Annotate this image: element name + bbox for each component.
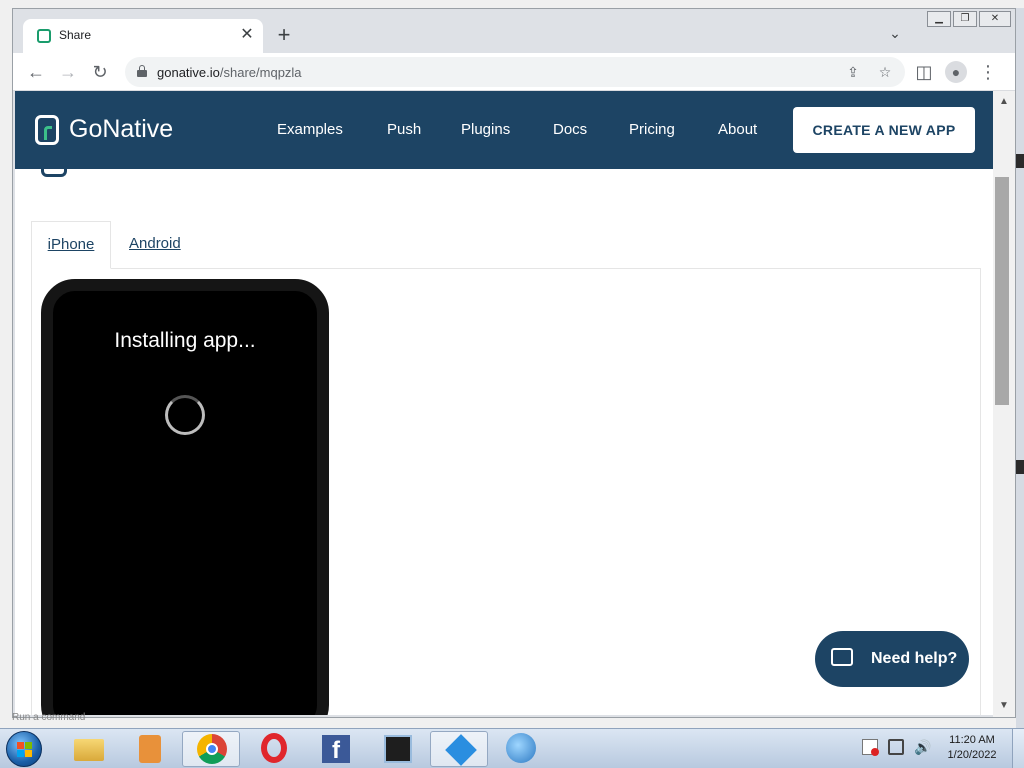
tab-title: Share [59,28,92,42]
url-path: /share/mqpzla [219,65,302,80]
phone-preview: Installing app... [41,279,329,715]
media-player-icon [139,735,161,763]
taskbar-app-7[interactable] [430,731,488,767]
scroll-up-icon[interactable]: ▲ [997,95,1011,109]
address-bar[interactable]: gonative.io/share/mqpzla ⇪ ☆ [125,57,905,87]
chrome-icon [197,734,227,764]
taskbar-opera[interactable] [245,731,303,767]
sidebar-icon[interactable]: ◫ [913,61,935,83]
scroll-thumb[interactable] [995,177,1009,405]
browser-toolbar: ← → ↻ gonative.io/share/mqpzla ⇪ ☆ ◫ ● ⋮ [13,53,1015,91]
nav-push[interactable]: Push [387,121,421,138]
facebook-icon: f [322,735,350,764]
url-text: gonative.io/share/mqpzla [157,65,302,80]
page-viewport: GoNative Examples Push Plugins Docs Pric… [15,91,993,715]
install-status: Installing app... [114,329,256,352]
edge-close-icon [1016,154,1024,168]
browser-tab[interactable]: Share ✕ [23,19,263,53]
profile-icon[interactable]: ● [945,61,967,83]
app-7-icon [445,734,477,766]
run-command-strip: Run a command [12,712,86,723]
network-icon[interactable] [888,739,904,755]
globe-checklist-icon [506,733,536,763]
reload-icon[interactable]: ↻ [89,61,111,83]
window-controls: ▁ ❐ ✕ [927,11,1011,29]
back-icon[interactable]: ← [25,61,47,83]
page-scrollbar[interactable]: ▲ ▼ [993,91,1015,717]
clock-time: 11:20 AM [949,734,995,746]
taskbar-media-player[interactable] [121,731,179,767]
background-window-edge [1016,8,1024,728]
opera-icon [261,733,287,763]
new-tab-button[interactable]: + [273,24,295,47]
site-header: GoNative Examples Push Plugins Docs Pric… [15,91,993,169]
system-clock[interactable]: 11:20 AM 1/20/2022 [940,733,1004,763]
show-desktop-button[interactable] [1012,729,1024,768]
partially-hidden-logo-icon [41,169,67,177]
nav-plugins[interactable]: Plugins [461,121,510,138]
nav-examples[interactable]: Examples [277,121,343,138]
close-window-button[interactable]: ✕ [979,11,1011,27]
forward-icon[interactable]: → [57,61,79,83]
gonative-favicon-icon [37,29,51,43]
taskbar-facebook[interactable]: f [306,731,364,767]
minimize-button[interactable]: ▁ [927,11,951,27]
tab-iphone[interactable]: iPhone [31,221,111,269]
nav-docs[interactable]: Docs [553,121,587,138]
start-button[interactable] [6,731,42,767]
volume-icon[interactable]: 🔊 [914,739,931,755]
tab-close-icon[interactable]: ✕ [237,25,257,45]
scroll-down-icon[interactable]: ▼ [997,699,1011,713]
taskbar-app-8[interactable] [492,731,550,767]
windows-flag-icon [17,742,33,758]
folder-icon [74,739,104,761]
tab-strip: Share ✕ + ⌄ ▁ ❐ ✕ [13,9,1015,53]
taskbar-chrome[interactable] [182,731,240,767]
clock-date: 1/20/2022 [947,749,997,761]
star-icon[interactable]: ☆ [875,62,895,82]
restore-button[interactable]: ❐ [953,11,977,27]
system-tray: 🔊 [862,739,931,759]
menu-icon[interactable]: ⋮ [977,61,999,83]
chat-icon [831,648,853,666]
taskbar-explorer[interactable] [60,731,118,767]
tab-android[interactable]: Android [129,221,181,269]
nav-about[interactable]: About [718,121,757,138]
logo-text[interactable]: GoNative [69,115,173,144]
nav-pricing[interactable]: Pricing [629,121,675,138]
browser-window: Share ✕ + ⌄ ▁ ❐ ✕ ← → ↻ gonative.io/shar… [12,8,1016,718]
url-host: gonative.io [157,65,220,80]
platform-tabs: iPhone Android [31,221,981,269]
need-help-button[interactable]: Need help? [815,631,969,687]
share-icon[interactable]: ⇪ [843,62,863,82]
help-label: Need help? [871,650,958,667]
taskbar-app-6[interactable] [368,731,426,767]
create-app-button[interactable]: CREATE A NEW APP [793,107,975,153]
lock-icon [137,65,147,77]
gonative-logo-icon[interactable] [35,115,59,145]
app-6-icon [384,735,412,763]
edge-close-icon-2 [1016,460,1024,474]
action-center-icon[interactable] [862,739,879,756]
loading-spinner-icon [165,395,205,435]
tab-search-icon[interactable]: ⌄ [885,25,905,45]
windows-taskbar: f 🔊 11:20 AM 1/20/2022 [0,728,1024,768]
